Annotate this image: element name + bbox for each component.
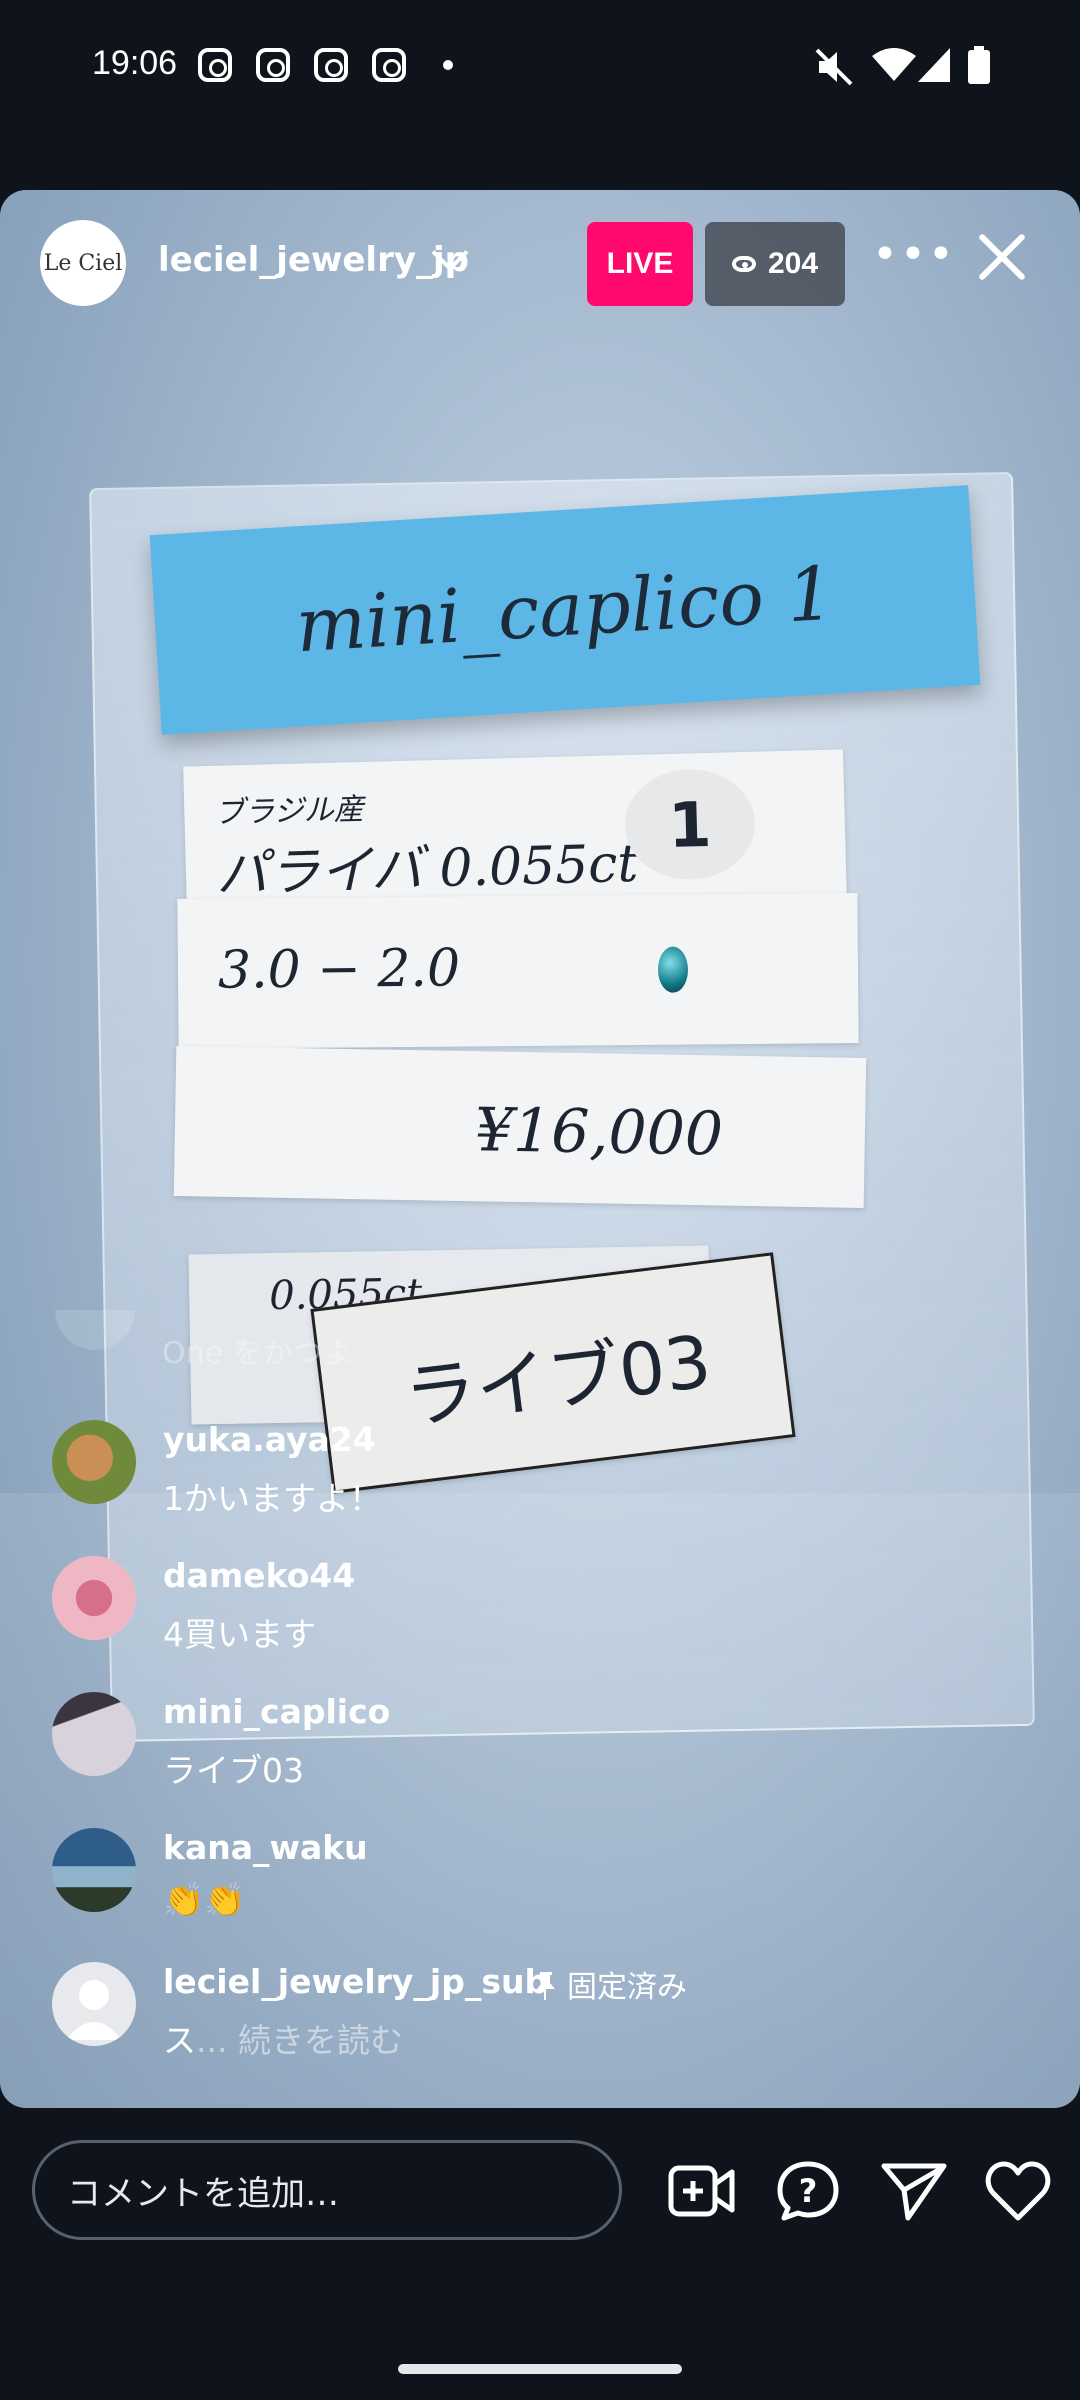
signal-icon	[918, 48, 950, 82]
pinned-label: 固定済み	[567, 1970, 687, 2005]
comment-username[interactable]: dameko44	[163, 1556, 355, 1595]
product-card-size: 3.0 − 2.0	[177, 893, 859, 1049]
default-avatar-icon	[66, 1980, 122, 2040]
lot-number: 1	[623, 767, 757, 882]
instagram-icon	[256, 48, 290, 82]
product-card-price: ¥16,000	[173, 1045, 867, 1209]
comment-item[interactable]: dameko44 4買います	[0, 1556, 1080, 1676]
size-text: 3.0 − 2.0	[217, 938, 461, 1001]
avatar[interactable]	[52, 1692, 136, 1776]
faded-comment: One をかつよ	[162, 1336, 353, 1371]
battery-icon	[968, 46, 990, 84]
origin-text: ブラジル産	[213, 791, 365, 831]
more-options-icon[interactable]: •••	[872, 233, 956, 277]
status-bar: 19:06	[0, 0, 1080, 130]
live-video[interactable]: mini_caplico 1 ブラジル産 パライバ 0.055ct 1 3.0 …	[0, 190, 1080, 2108]
comment-text: ライブ03	[163, 1751, 304, 1790]
avatar[interactable]	[52, 1420, 136, 1504]
close-icon[interactable]	[975, 230, 1029, 284]
mute-icon	[815, 48, 853, 86]
comment-item[interactable]: mini_caplico ライブ03	[0, 1692, 1080, 1812]
gemstone-image	[657, 946, 689, 993]
live-badge: LIVE	[587, 222, 693, 306]
add-video-icon[interactable]	[668, 2160, 736, 2222]
product-card-weight: ブラジル産 パライバ 0.055ct 1	[183, 749, 847, 917]
send-icon[interactable]	[880, 2160, 948, 2222]
svg-text:?: ?	[799, 2172, 818, 2210]
host-username[interactable]: leciel_jewelry_jp	[158, 240, 469, 280]
avatar[interactable]	[52, 1556, 136, 1640]
status-time: 19:06	[92, 44, 178, 82]
instagram-icon	[314, 48, 348, 82]
comment-input[interactable]: コメントを追加…	[32, 2140, 622, 2240]
home-indicator[interactable]	[398, 2364, 682, 2374]
comment-username[interactable]: yuka.aya24	[163, 1420, 376, 1459]
comment-item[interactable]: kana_waku 👏👏	[0, 1828, 1080, 1948]
comment-username[interactable]: kana_waku	[163, 1828, 368, 1867]
wifi-icon	[872, 48, 916, 81]
weight-text: パライバ 0.055ct	[215, 833, 640, 905]
pinned-comment[interactable]: leciel_jewelry_jp_sub 固定済み ス... 続きを読む	[0, 1962, 1080, 2082]
host-avatar[interactable]: Le Ciel	[40, 220, 126, 306]
read-more-link[interactable]: ... 続きを読む	[196, 2021, 403, 2060]
instagram-icon	[198, 48, 232, 82]
eye-icon	[731, 256, 756, 272]
pinned-text: ス	[163, 2021, 196, 2060]
comment-username[interactable]: leciel_jewelry_jp_sub	[163, 1962, 548, 2001]
question-icon[interactable]: ?	[774, 2160, 842, 2222]
heart-icon[interactable]	[984, 2160, 1052, 2222]
dot-icon	[443, 60, 453, 70]
comment-text: 1かいますよ！	[163, 1479, 382, 1518]
comment-item[interactable]: yuka.aya24 1かいますよ！	[0, 1420, 1080, 1540]
comment-text: 4買います	[163, 1615, 316, 1654]
pinned-indicator: 固定済み	[535, 1962, 687, 2006]
avatar[interactable]	[52, 1828, 136, 1912]
instagram-icon	[372, 48, 406, 82]
avatar[interactable]	[52, 1962, 136, 2046]
viewer-count-badge[interactable]: 204	[705, 222, 845, 306]
viewer-count: 204	[767, 247, 819, 280]
pin-icon	[537, 1972, 555, 2000]
comment-text: 👏👏	[163, 1880, 246, 1919]
price-text: ¥16,000	[474, 1095, 724, 1170]
comment-username[interactable]: mini_caplico	[163, 1692, 390, 1731]
comment-text: ス... 続きを読む	[163, 2014, 403, 2062]
